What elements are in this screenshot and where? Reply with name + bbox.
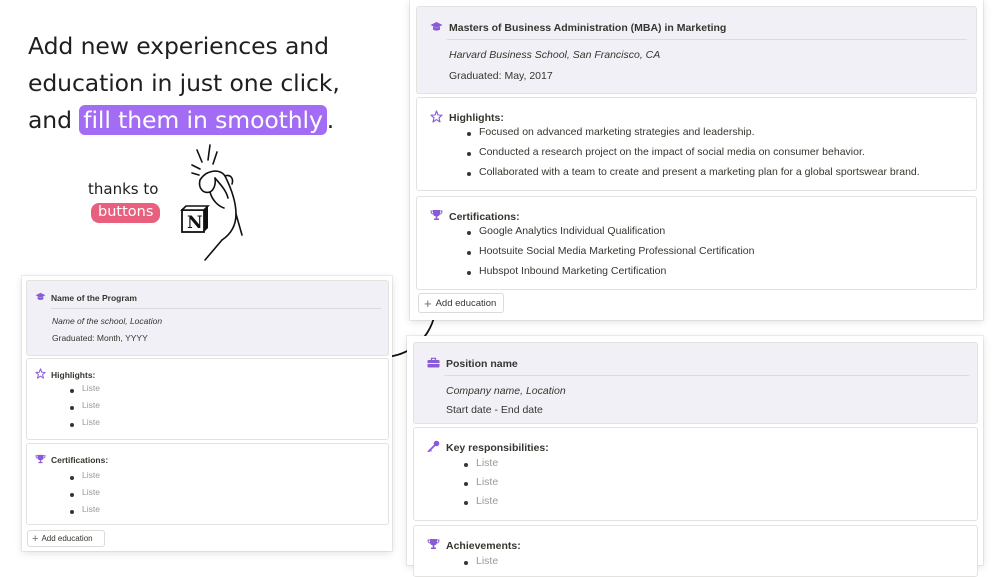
list-item: Google Analytics Individual Qualificatio… bbox=[467, 225, 754, 245]
list-item: Liste bbox=[70, 487, 100, 504]
list-item: Liste bbox=[70, 400, 100, 417]
certifications-list: Google Analytics Individual Qualificatio… bbox=[467, 225, 754, 285]
highlights-list: Focused on advanced marketing strategies… bbox=[467, 126, 920, 186]
list-item: Hootsuite Social Media Marketing Profess… bbox=[467, 245, 754, 265]
headline-line-2: education in just one click, bbox=[28, 69, 340, 97]
divider bbox=[444, 375, 969, 376]
star-outline-icon bbox=[429, 110, 443, 126]
education-panel-template: Name of the Program Name of the school, … bbox=[22, 276, 392, 551]
graduation-cap-icon bbox=[429, 21, 443, 35]
achievements-block: Achievements: Liste bbox=[413, 525, 978, 577]
education-header: Name of the Program Name of the school, … bbox=[26, 280, 389, 356]
responsibilities-block: Key responsibilities: Liste Liste Liste bbox=[413, 427, 978, 521]
employment-dates: Start date - End date bbox=[446, 404, 543, 416]
svg-text:N: N bbox=[187, 213, 203, 233]
divider bbox=[51, 308, 381, 309]
list-item: Liste bbox=[70, 417, 100, 434]
plus-icon: + bbox=[424, 295, 432, 311]
add-education-button[interactable]: + Add education bbox=[418, 293, 504, 313]
divider bbox=[447, 39, 967, 40]
star-outline-icon bbox=[34, 368, 46, 381]
certifications-label: Certifications: bbox=[51, 455, 109, 465]
headline-line-3: and fill them in smoothly. bbox=[28, 102, 398, 139]
briefcase-icon bbox=[426, 357, 440, 371]
list-item: Liste bbox=[70, 383, 100, 400]
responsibilities-label: Key responsibilities: bbox=[446, 441, 549, 454]
achievements-label: Achievements: bbox=[446, 539, 521, 552]
list-item: Liste bbox=[70, 470, 100, 487]
experience-header: Position name Company name, Location Sta… bbox=[413, 342, 978, 424]
certifications-list: Liste Liste Liste bbox=[70, 470, 100, 521]
trophy-icon bbox=[34, 454, 46, 466]
responsibilities-list: Liste Liste Liste bbox=[464, 457, 498, 514]
graduation-date: Graduated: May, 2017 bbox=[449, 70, 553, 82]
list-item: Liste bbox=[464, 495, 498, 514]
highlights-block: Highlights: Focused on advanced marketin… bbox=[416, 97, 977, 191]
headline-line-1: Add new experiences and bbox=[28, 32, 329, 60]
trophy-icon bbox=[429, 209, 443, 224]
buttons-pill: buttons bbox=[91, 203, 161, 223]
certifications-block: Certifications: Liste Liste Liste bbox=[26, 443, 389, 525]
list-item: Focused on advanced marketing strategies… bbox=[467, 126, 920, 146]
list-item: Liste bbox=[464, 476, 498, 495]
education-header: Masters of Business Administration (MBA)… bbox=[416, 6, 977, 94]
add-education-button[interactable]: + Add education bbox=[27, 530, 105, 547]
school-name: Harvard Business School, San Francisco, … bbox=[449, 49, 661, 61]
highlights-block: Highlights: Liste Liste Liste bbox=[26, 358, 389, 440]
headline-line-3-post: . bbox=[326, 106, 335, 134]
list-item: Conducted a research project on the impa… bbox=[467, 146, 920, 166]
headline-highlight: fill them in smoothly bbox=[79, 105, 327, 135]
list-item: Liste bbox=[464, 457, 498, 476]
education-title: Masters of Business Administration (MBA)… bbox=[449, 22, 727, 34]
highlights-list: Liste Liste Liste bbox=[70, 383, 100, 434]
education-title: Name of the Program bbox=[51, 292, 137, 303]
hand-snap-illustration: N bbox=[180, 144, 243, 261]
certifications-block: Certifications: Google Analytics Individ… bbox=[416, 196, 977, 290]
add-education-label: Add education bbox=[41, 534, 93, 543]
add-education-label: Add education bbox=[435, 297, 497, 309]
list-item: Hubspot Inbound Marketing Certification bbox=[467, 265, 754, 285]
key-icon bbox=[426, 440, 440, 455]
plus-icon: + bbox=[32, 532, 39, 545]
company-name: Company name, Location bbox=[446, 385, 566, 397]
education-panel-filled: Masters of Business Administration (MBA)… bbox=[410, 0, 983, 320]
graduation-date: Graduated: Month, YYYY bbox=[52, 333, 148, 343]
trophy-icon bbox=[426, 538, 440, 553]
highlights-label: Highlights: bbox=[449, 112, 504, 124]
list-item: Liste bbox=[70, 504, 100, 521]
experience-panel: Position name Company name, Location Sta… bbox=[407, 336, 983, 577]
highlights-label: Highlights: bbox=[51, 369, 96, 380]
school-name: Name of the school, Location bbox=[52, 316, 163, 326]
graduation-cap-icon bbox=[34, 292, 46, 303]
certifications-label: Certifications: bbox=[449, 210, 520, 223]
position-title: Position name bbox=[446, 358, 518, 370]
list-item: Collaborated with a team to create and p… bbox=[467, 166, 920, 186]
thanks-to-label: thanks to bbox=[88, 180, 159, 198]
headline: Add new experiences and education in jus… bbox=[28, 28, 398, 139]
headline-line-3-pre: and bbox=[28, 106, 80, 134]
